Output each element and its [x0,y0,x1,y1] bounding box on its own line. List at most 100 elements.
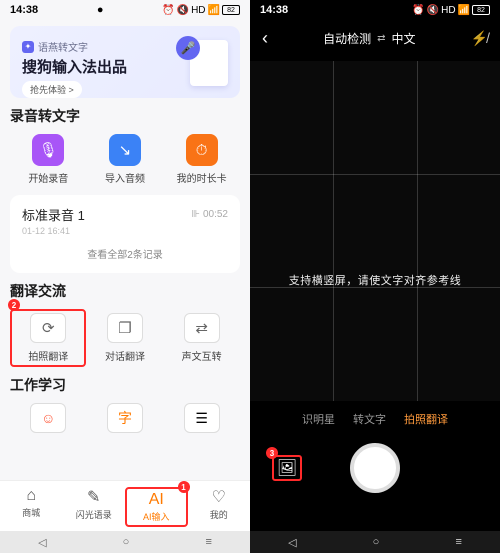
banner-cta-button[interactable]: 抢先体验 > [22,81,82,98]
viewfinder-hint: 支持横竖屏，请使文字对齐参考线 [250,272,500,288]
status-time: 14:38 [10,4,38,16]
section-translate: 翻译交流 2 ⟳ 拍照翻译 ❐ 对话翻译 ⇄ 声文互转 [10,281,240,367]
nav-label: 我的 [210,508,228,521]
camera-refresh-icon: ⟳ [30,313,66,343]
flash-icon: ✎ [87,487,100,507]
gallery-button[interactable]: 3 🖼 [272,455,302,481]
battery-icon: 82 [222,5,240,15]
status-bar: 14:38 ● ⏰ 🔇 HD 📶 82 [0,0,250,20]
recording-card[interactable]: 标准录音 1 ⊪00:52 01-12 16:41 查看全部2条记录 [10,195,240,273]
shutter-button[interactable] [350,443,400,493]
camera-mode-tabs: 识明星 转文字 拍照翻译 [250,401,500,433]
mute-icon: 🔇 [177,5,189,16]
language-switcher[interactable]: 自动检测 ⇄ 中文 [323,30,415,47]
work-icon-1[interactable]: ☺ [30,403,66,433]
mode-to-text[interactable]: 转文字 [353,411,386,427]
phone-right: 14:38 ⏰ 🔇 HD 📶 82 ‹ 自动检测 ⇄ 中文 ⚡̸ 支持横竖屏，请… [250,0,500,553]
nav-label: AI输入 [143,510,170,523]
grid-line [417,61,418,401]
tile-photo-translate[interactable]: ⟳ 拍照翻译 [10,309,86,367]
recording-duration: ⊪00:52 [191,209,228,220]
flash-toggle[interactable]: ⚡̸ [471,30,488,47]
status-time: 14:38 [260,4,288,16]
home-button[interactable]: ○ [123,536,130,548]
promo-banner[interactable]: ✦ 语燕转文字 搜狗输入法出品 抢先体验 > 🎤 [10,26,240,98]
action-label: 开始录音 [28,170,68,185]
camera-controls: 3 🖼 [250,433,500,503]
nav-store[interactable]: ⌂ 商城 [0,487,63,527]
grid-line [333,61,334,401]
swap-icon: ⇄ [377,33,385,44]
camera-viewfinder[interactable]: 支持横竖屏，请使文字对齐参考线 [250,61,500,401]
wave-icon: ⊪ [191,209,200,220]
lang-from: 自动检测 [323,30,371,47]
section-work-study: 工作学习 ☺ 字 ☰ [10,375,240,433]
camera-topbar: ‹ 自动检测 ⇄ 中文 ⚡̸ [250,20,500,57]
back-button[interactable]: ◁ [38,536,46,549]
back-button[interactable]: ‹ [262,28,268,49]
home-button[interactable]: ○ [373,536,380,548]
tile-voice-text[interactable]: ⇄ 声文互转 [164,309,240,367]
back-button[interactable]: ◁ [288,536,296,549]
recording-name: 标准录音 1 [22,205,85,224]
tile-label: 拍照翻译 [28,348,68,363]
alarm-icon: ⏰ [162,5,174,16]
section-title: 翻译交流 [10,281,240,301]
callout-badge-3: 3 [266,447,278,459]
mic-icon: 🎙 [32,134,64,166]
banner-tag-text: 语燕转文字 [38,39,88,54]
mute-icon: 🔇 [427,5,439,16]
clock-icon: ⏱ [186,134,218,166]
store-icon: ⌂ [26,487,36,505]
action-label: 我的时长卡 [177,170,227,185]
mode-photo-translate[interactable]: 拍照翻译 [404,411,448,427]
image-icon: 🖼 [277,458,297,478]
action-label: 导入音频 [105,170,145,185]
hd-icon: HD [441,5,455,16]
import-icon: ↘ [109,134,141,166]
alarm-icon: ⏰ [412,5,424,16]
status-icons: ⏰ 🔇 HD 📶 82 [162,5,240,16]
section-audio-to-text: 录音转文字 🎙 开始录音 ↘ 导入音频 ⏱ 我的时长卡 [10,106,240,185]
signal-icon: 📶 [208,5,220,16]
battery-icon: 82 [472,5,490,15]
work-icon-3[interactable]: ☰ [184,403,220,433]
banner-tag: ✦ 语燕转文字 [22,39,88,54]
status-bar: 14:38 ⏰ 🔇 HD 📶 82 [250,0,500,20]
nav-ai-input[interactable]: 1 AI AI输入 [125,487,188,527]
recent-button[interactable]: ≡ [455,536,461,548]
nav-mine[interactable]: ♡ 我的 [188,487,251,527]
status-notch: ● [97,4,104,16]
voice-text-icon: ⇄ [184,313,220,343]
signal-icon: 📶 [458,5,470,16]
ai-icon: AI [149,491,164,509]
recent-button[interactable]: ≡ [205,536,211,548]
tile-label: 对话翻译 [105,348,145,363]
banner-illustration: 🎤 [172,36,228,86]
grid-line [250,174,500,175]
nav-label: 闪光语录 [76,508,112,521]
action-import-audio[interactable]: ↘ 导入音频 [87,134,163,185]
action-start-record[interactable]: 🎙 开始录音 [10,134,86,185]
recording-timestamp: 01-12 16:41 [22,226,228,236]
dialog-icon: ❐ [107,313,143,343]
heart-icon: ♡ [212,487,226,507]
action-duration-card[interactable]: ⏱ 我的时长卡 [164,134,240,185]
section-title: 工作学习 [10,375,240,395]
bottom-nav: ⌂ 商城 ✎ 闪光语录 1 AI AI输入 ♡ 我的 [0,480,250,531]
status-icons: ⏰ 🔇 HD 📶 82 [412,5,490,16]
banner-tag-icon: ✦ [22,41,34,53]
android-nav-bar: ◁ ○ ≡ [250,531,500,553]
mode-celebrity[interactable]: 识明星 [302,411,335,427]
section-title: 录音转文字 [10,106,240,126]
work-icon-2[interactable]: 字 [107,403,143,433]
tile-dialog-translate[interactable]: ❐ 对话翻译 [87,309,163,367]
phone-left: 14:38 ● ⏰ 🔇 HD 📶 82 ✦ 语燕转文字 搜狗输入法出品 抢先体验… [0,0,250,553]
view-all-link[interactable]: 查看全部2条记录 [22,236,228,263]
android-nav-bar: ◁ ○ ≡ [0,531,250,553]
nav-flash[interactable]: ✎ 闪光语录 [63,487,126,527]
lang-to: 中文 [391,30,415,47]
tile-label: 声文互转 [182,348,222,363]
hd-icon: HD [191,5,205,16]
nav-label: 商城 [22,506,40,519]
